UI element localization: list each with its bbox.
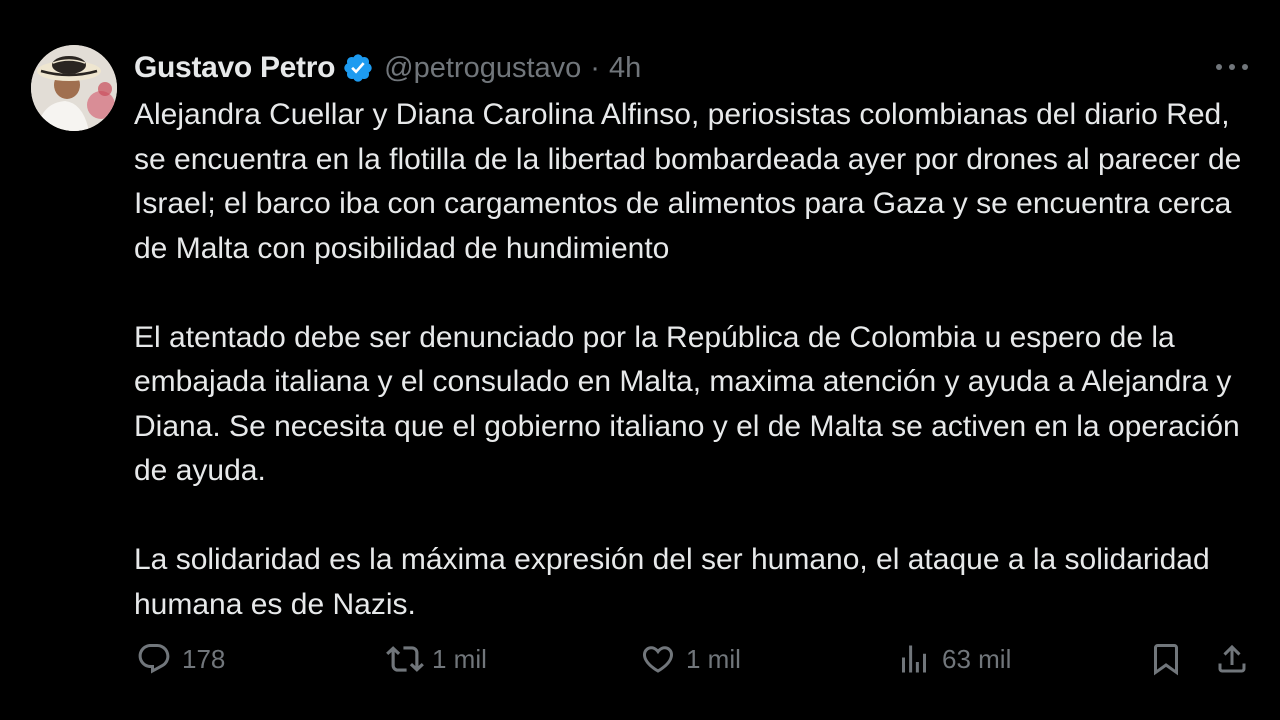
repost-button[interactable]: 1 mil xyxy=(386,636,487,682)
author-handle[interactable]: @petrogustavo xyxy=(384,52,581,85)
views-icon xyxy=(896,641,932,677)
avatar-image xyxy=(31,45,117,131)
repost-count: 1 mil xyxy=(432,643,487,674)
like-button[interactable]: 1 mil xyxy=(640,636,741,682)
verified-badge-icon[interactable] xyxy=(342,52,374,84)
reply-button[interactable]: 178 xyxy=(136,636,225,682)
bookmark-button[interactable] xyxy=(1148,636,1184,682)
reply-count: 178 xyxy=(182,643,226,674)
action-bar: 178 1 mil 1 mil 63 mil xyxy=(0,636,1280,682)
like-count: 1 mil xyxy=(686,643,741,674)
repost-icon xyxy=(386,640,424,678)
reply-icon xyxy=(136,641,172,677)
share-button[interactable] xyxy=(1214,636,1250,682)
views-count: 63 mil xyxy=(942,643,1012,674)
tweet-header: Gustavo Petro @petrogustavo · 4h xyxy=(134,48,641,88)
views-button[interactable]: 63 mil xyxy=(896,636,1011,682)
author-name[interactable]: Gustavo Petro xyxy=(134,51,335,85)
post-time[interactable]: 4h xyxy=(609,52,641,85)
tweet-paragraph: La solidaridad es la máxima expresión de… xyxy=(134,543,1210,621)
share-icon xyxy=(1214,641,1250,677)
bookmark-icon xyxy=(1148,641,1184,677)
tweet-paragraph: Alejandra Cuellar y Diana Carolina Alfin… xyxy=(134,98,1242,265)
avatar[interactable] xyxy=(31,45,117,131)
more-icon[interactable] xyxy=(1212,54,1252,80)
heart-icon xyxy=(640,641,676,677)
separator-dot: · xyxy=(590,51,600,84)
tweet-text: Alejandra Cuellar y Diana Carolina Alfin… xyxy=(134,93,1264,627)
tweet-paragraph: El atentado debe ser denunciado por la R… xyxy=(134,320,1240,488)
